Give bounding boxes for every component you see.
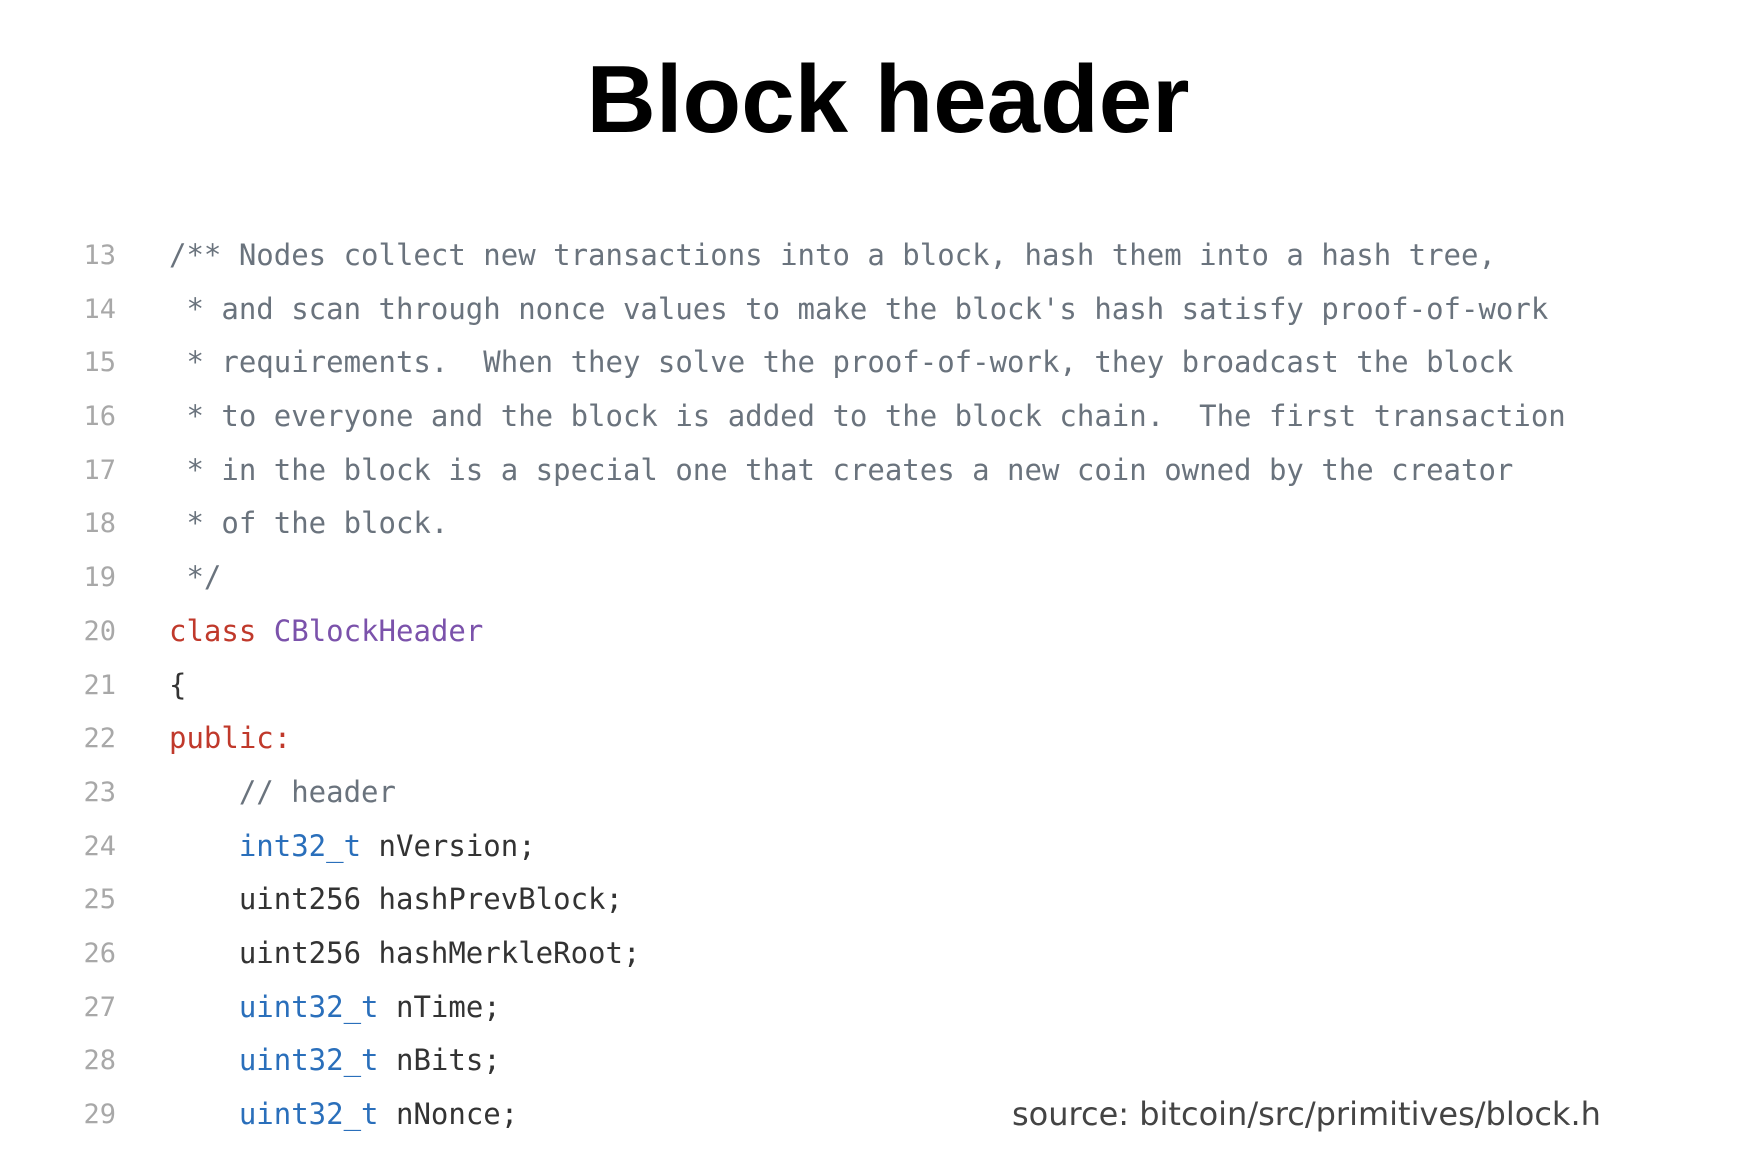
code-line: 16 * to everyone and the block is added … — [0, 390, 1738, 444]
code-line: 24 int32_t nVersion; — [0, 820, 1738, 874]
line-number: 19 — [83, 562, 116, 594]
code-text: * in the block is a special one that cre… — [169, 444, 1513, 498]
line-number: 13 — [83, 240, 116, 271]
code-token: uint32_t — [238, 1097, 379, 1131]
code-token: uint32_t — [238, 989, 379, 1024]
line-number: 29 — [83, 1099, 116, 1130]
code-text: { — [169, 659, 186, 713]
line-number: 28 — [83, 1045, 116, 1077]
code-token: nNonce; — [378, 1097, 519, 1131]
code-text: uint32_t nNonce; — [169, 1088, 518, 1142]
line-number: 26 — [83, 937, 116, 969]
code-line: 18 * of the block. — [0, 497, 1738, 551]
code-line: 20 class CBlockHeader — [0, 605, 1738, 659]
code-token: { — [169, 667, 187, 702]
code-line: 19 */ — [0, 551, 1738, 605]
line-number: 27 — [83, 991, 116, 1023]
code-token: // header — [169, 774, 396, 809]
code-token: uint256 hashPrevBlock; — [169, 882, 623, 917]
code-listing: 13 /** Nodes collect new transactions int… — [0, 229, 1738, 1142]
code-line: 14 * and scan through nonce values to ma… — [0, 283, 1738, 337]
code-token: * in the block is a special one that cre… — [169, 452, 1514, 487]
line-number: 15 — [83, 347, 116, 379]
code-token: CBlockHeader — [273, 613, 484, 648]
code-token: uint32_t — [238, 1043, 379, 1078]
line-number: 16 — [83, 401, 116, 433]
code-line: 28 uint32_t nBits; — [0, 1034, 1738, 1088]
code-token: * to everyone and the block is added to … — [169, 399, 1566, 434]
code-text: */ — [169, 551, 221, 605]
line-number: 14 — [83, 293, 116, 325]
code-text: * requirements. When they solve the proo… — [169, 336, 1513, 390]
code-text: uint32_t nBits; — [169, 1034, 501, 1088]
code-token: uint256 hashMerkleRoot; — [169, 935, 641, 970]
code-text: class CBlockHeader — [169, 605, 483, 659]
code-text: int32_t nVersion; — [169, 820, 536, 874]
code-line: 15 * requirements. When they solve the p… — [0, 336, 1738, 390]
code-token: * of the block. — [169, 506, 449, 541]
code-line: 17 * in the block is a special one that … — [0, 444, 1738, 498]
line-number: 23 — [83, 776, 116, 808]
line-number: 18 — [83, 508, 116, 540]
code-text: * and scan through nonce values to make … — [169, 283, 1548, 337]
code-text: /** Nodes collect new transactions into … — [169, 229, 1496, 283]
code-line: 27 uint32_t nTime; — [0, 981, 1738, 1035]
code-token: nVersion; — [361, 828, 536, 863]
line-number: 21 — [83, 669, 116, 701]
slide-title: Block header — [586, 46, 1190, 153]
code-token: class — [169, 613, 257, 648]
code-text: // header — [169, 766, 396, 820]
source-caption: source: bitcoin/src/primitives/block.h — [1012, 1095, 1601, 1133]
line-number: 20 — [83, 615, 116, 647]
code-line: 22 public: — [0, 712, 1738, 766]
code-token: */ — [169, 560, 222, 595]
code-text: uint32_t nTime; — [169, 981, 501, 1035]
code-text: uint256 hashPrevBlock; — [169, 873, 623, 927]
line-number: 25 — [83, 884, 116, 916]
code-text: * of the block. — [169, 497, 448, 551]
code-line: 21 { — [0, 659, 1738, 713]
line-number: 17 — [83, 454, 116, 486]
code-token: nBits; — [378, 1043, 501, 1078]
code-text: public: — [169, 712, 291, 766]
code-token: * and scan through nonce values to make … — [169, 291, 1549, 326]
code-text: uint256 hashMerkleRoot; — [169, 927, 641, 981]
code-text: * to everyone and the block is added to … — [169, 390, 1566, 444]
code-line: 25 uint256 hashPrevBlock; — [0, 873, 1738, 927]
slide: Block header 13 /** Nodes collect new tra… — [0, 0, 1738, 1158]
code-line: 26 uint256 hashMerkleRoot; — [0, 927, 1738, 981]
code-token: public: — [169, 721, 292, 756]
line-number: 24 — [83, 830, 116, 862]
code-token: /** Nodes collect new transactions into … — [169, 238, 1496, 272]
code-line: 23 // header — [0, 766, 1738, 820]
code-token: nTime; — [378, 989, 501, 1024]
line-number: 22 — [83, 723, 116, 755]
code-token: * requirements. When they solve the proo… — [169, 345, 1514, 380]
code-line: 13 /** Nodes collect new transactions int… — [0, 229, 1738, 283]
code-token: int32_t — [238, 828, 362, 863]
